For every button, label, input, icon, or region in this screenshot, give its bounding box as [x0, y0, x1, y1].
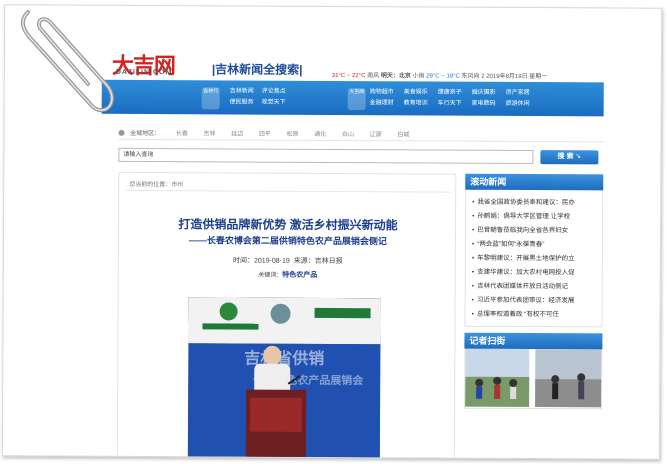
city-bar-label: 全城地区：: [130, 130, 161, 138]
article-time: 2019-08-19: [253, 257, 290, 265]
list-item[interactable]: 总理率权道着政 “有权不可任: [472, 308, 598, 323]
nav-col-4: 美食娱乐 教育培训: [404, 87, 434, 109]
city-link[interactable]: 长春: [176, 131, 188, 137]
city-link[interactable]: 四平: [259, 132, 271, 138]
search-bar: 请输入查询 搜 索 ➘: [118, 147, 603, 165]
list-item[interactable]: “两会蓝”如何“永葆青春”: [472, 238, 598, 253]
list-item[interactable]: 孙鹤娟：倡导大学区管理 让学校: [472, 210, 598, 225]
rolling-news-list: 我省全国政协委员奉和建议：民办 孙鹤娟：倡导大学区管理 让学校 巴音朝鲁莅临我向…: [464, 189, 604, 328]
search-button-label: 搜 索: [557, 153, 574, 161]
city-bar: 全城地区： 长春 吉林 延边 四平 松原 通化 白山 辽源 白城: [118, 127, 604, 143]
current-date: 2019年8月19日 星期一: [486, 73, 548, 81]
main-nav: 吉林行 吉林新闻 便民服务 评论焦点 视觉天下 大吉网 购物超市 金融理财 美食…: [101, 79, 604, 117]
article-title: 打造供销品牌新优势 激活乡村振兴新动能: [178, 217, 398, 233]
nav-link[interactable]: 教育培训: [404, 100, 428, 106]
city-link[interactable]: 延边: [231, 131, 243, 137]
nav-tag-jilin: 吉林行: [201, 87, 220, 110]
nav-link[interactable]: 吉林新闻: [230, 88, 254, 94]
sidebar: 滚动新闻 我省全国政协委员奉和建议：民办 孙鹤娟：倡导大学区管理 让学校 巴音朝…: [464, 173, 604, 410]
city-link[interactable]: 白山: [342, 132, 354, 138]
article-source: 吉林日报: [314, 257, 343, 266]
reporter-section-title: 记者扫街: [464, 332, 603, 350]
nav-link[interactable]: 评论焦点: [262, 89, 286, 95]
nav-link[interactable]: 美食娱乐: [404, 89, 428, 95]
article-meta: 时间：2019-08-19 来源：吉林日报: [119, 255, 457, 267]
article-photo-illustration: 吉林省供销 供销特色农产品展销会: [187, 297, 381, 460]
search-button[interactable]: 搜 索 ➘: [540, 150, 599, 165]
nav-col-1: 吉林新闻 便民服务: [230, 86, 260, 108]
list-item[interactable]: 吉林代表团媒体开放日活动侧记: [472, 280, 598, 295]
today-temp: 31°C ~ 22°C: [331, 72, 366, 80]
nav-link[interactable]: 旅游休闲: [506, 101, 530, 107]
list-item[interactable]: 我省全国政协委员奉和建议：民办: [472, 196, 598, 211]
gear-icon: [118, 130, 125, 137]
nav-tag-daji: 大吉网: [347, 88, 366, 111]
nav-link[interactable]: 健康亲子: [438, 90, 462, 96]
reporter-photo[interactable]: [465, 348, 602, 408]
list-item[interactable]: 巴音朝鲁莅临我向全省各界妇女: [472, 224, 598, 239]
tomorrow-label: 明天：北京: [380, 73, 411, 80]
nav-col-2: 评论焦点 视觉天下: [262, 87, 292, 109]
source-label: 来源：: [293, 257, 315, 265]
article-panel: 您当前的位置：市州 打造供销品牌新优势 激活乡村振兴新动能 ——长春农博会第二届…: [116, 171, 457, 460]
breadcrumb[interactable]: 您当前的位置：市州: [129, 179, 183, 188]
article-keywords: 关键词：特色农产品: [119, 269, 457, 281]
nav-col-7: 房产家居 旅游休闲: [506, 88, 536, 110]
nav-link[interactable]: 家电数码: [472, 101, 496, 107]
tomorrow-temp: 29°C ~ 19°C: [426, 73, 460, 80]
reporter-thumbnails: [464, 348, 603, 410]
tomorrow-wind: 东风向 2: [461, 73, 485, 80]
screenshot-frame: 大吉网 DAJILIN.COM |吉林新闻全搜索| 31°C ~ 22°C 南风…: [1, 4, 663, 460]
site-slogan: |吉林新闻全搜索|: [211, 62, 303, 77]
nav-link[interactable]: 便民服务: [230, 99, 254, 105]
logo-domain: DAJILIN.COM: [115, 68, 173, 77]
nav-link[interactable]: 金融理财: [370, 100, 394, 106]
keyword-label: 关键词：: [258, 272, 283, 279]
list-item[interactable]: 支建华建议：加大农村电网投入促: [472, 266, 598, 281]
city-link[interactable]: 松原: [287, 132, 299, 138]
city-link[interactable]: 吉林: [204, 131, 216, 137]
list-item[interactable]: 习近平参加代表团审议：经济发展: [472, 294, 598, 309]
nav-col-5: 健康亲子 车行天下: [438, 88, 468, 110]
site-header: 大吉网 DAJILIN.COM |吉林新闻全搜索| 31°C ~ 22°C 南风…: [102, 44, 622, 83]
city-link[interactable]: 通化: [314, 132, 326, 138]
tomorrow-cond: 小雨: [412, 73, 425, 80]
nav-col-3: 购物超市 金融理财: [370, 87, 400, 109]
city-link[interactable]: 白城: [397, 132, 409, 138]
article-subtitle: ——长春农博会第二届供销特色农产品展销会侧记: [188, 235, 387, 247]
divider: [125, 189, 452, 193]
keyword-link[interactable]: 特色农产品: [282, 272, 317, 279]
rolling-news-title: 滚动新闻: [465, 173, 604, 191]
article-photo: 吉林省供销 供销特色农产品展销会: [187, 297, 381, 460]
nav-link[interactable]: 婚庆摄影: [472, 90, 496, 96]
nav-col-6: 婚庆摄影 家电数码: [472, 88, 502, 110]
nav-link[interactable]: 房产家居: [506, 90, 530, 96]
nav-link[interactable]: 视觉天下: [262, 100, 286, 106]
nav-link[interactable]: 车行天下: [438, 101, 462, 107]
city-link[interactable]: 辽源: [370, 132, 382, 138]
weather-bar: 31°C ~ 22°C 南风 明天：北京 小雨 29°C ~ 19°C 东风向 …: [332, 70, 547, 80]
arrow-icon: ➘: [575, 153, 582, 161]
search-input[interactable]: 请输入查询: [118, 147, 534, 165]
list-item[interactable]: 车黎明建议：开展黑土地保护的立: [472, 252, 598, 267]
time-label: 时间：: [232, 257, 255, 265]
nav-link[interactable]: 购物超市: [370, 89, 394, 95]
today-wind: 南风: [367, 73, 380, 80]
